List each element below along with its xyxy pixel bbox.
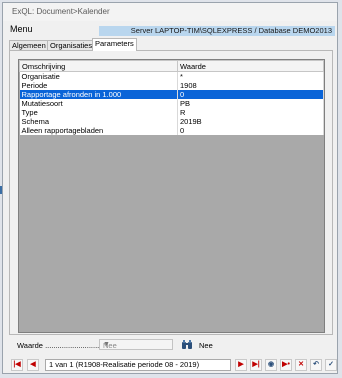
cell-waarde[interactable]: * — [177, 71, 324, 81]
tab-algemeen[interactable]: Algemeen — [9, 40, 49, 50]
tab-parameters[interactable]: Parameters — [92, 38, 137, 51]
undo-icon[interactable]: ↶ — [310, 359, 322, 371]
cell-waarde[interactable]: 0 — [177, 126, 324, 135]
table-row[interactable]: Alleen rapportagebladen 0 — [19, 126, 324, 135]
window-title: ExQL: Document>Kalender — [12, 7, 110, 16]
table-row[interactable]: Periode 1908 — [19, 81, 324, 90]
cell-waarde[interactable]: 2019B — [177, 117, 324, 126]
waarde-editor: Waarde .......................... Nee ▼ … — [17, 339, 337, 351]
tab-panel-parameters: Omschrijving Waarde Organisatie * Period… — [9, 50, 333, 335]
next-record-icon[interactable]: ▶ — [235, 359, 247, 371]
table-row[interactable]: Type R — [19, 108, 324, 117]
parameters-grid: Omschrijving Waarde Organisatie * Period… — [18, 59, 325, 333]
column-header-omschrijving[interactable]: Omschrijving — [19, 60, 178, 72]
waarde-display-text: Nee — [199, 341, 213, 350]
cell-waarde[interactable]: R — [177, 108, 324, 117]
table-row[interactable]: Mutatiesoort PB — [19, 99, 324, 108]
menu-item-menu[interactable]: Menu — [10, 24, 33, 34]
waarde-select[interactable]: Nee ▼ — [99, 339, 173, 350]
new-record-icon[interactable]: ▶• — [280, 359, 292, 371]
cell-waarde[interactable]: 1908 — [177, 81, 324, 90]
binoculars-icon[interactable] — [181, 339, 193, 350]
tab-organisaties[interactable]: Organisaties — [47, 40, 96, 50]
delete-record-icon[interactable]: ✕ — [295, 359, 307, 371]
cell-waarde[interactable]: 0 — [177, 90, 324, 99]
cell-omschrijving[interactable]: Schema — [19, 117, 178, 126]
cell-omschrijving[interactable]: Alleen rapportagebladen — [19, 126, 178, 135]
cell-omschrijving[interactable]: Organisatie — [19, 71, 178, 81]
chevron-down-icon[interactable]: ▼ — [103, 341, 169, 348]
app-window: ExQL: Document>Kalender Menu Server LAPT… — [2, 2, 338, 374]
cell-omschrijving[interactable]: Mutatiesoort — [19, 99, 178, 108]
cell-omschrijving[interactable]: Rapportage afronden in 1.000 — [19, 90, 178, 99]
title-bar: ExQL: Document>Kalender — [3, 3, 337, 21]
column-header-waarde[interactable]: Waarde — [177, 60, 324, 72]
table-row[interactable]: Schema 2019B — [19, 117, 324, 126]
last-record-icon[interactable]: ▶| — [250, 359, 262, 371]
table-row-selected[interactable]: Rapportage afronden in 1.000 0 — [19, 90, 324, 99]
cell-omschrijving[interactable]: Type — [19, 108, 178, 117]
parameters-table: Omschrijving Waarde Organisatie * Period… — [19, 60, 324, 135]
cell-omschrijving[interactable]: Periode — [19, 81, 178, 90]
save-record-icon[interactable]: ✓ — [325, 359, 337, 371]
cell-waarde[interactable]: PB — [177, 99, 324, 108]
record-indicator: 1 van 1 (R1908-Realisatie periode 08 - 2… — [45, 359, 231, 371]
waarde-label: Waarde .......................... — [17, 341, 100, 350]
first-record-icon[interactable]: |◀ — [11, 359, 23, 371]
table-row[interactable]: Organisatie * — [19, 71, 324, 81]
record-navigation-bar: |◀ ◀ 1 van 1 (R1908-Realisatie periode 0… — [11, 359, 337, 373]
search-record-icon[interactable]: ◉ — [265, 359, 277, 371]
server-info-bar: Server LAPTOP-TIM\SQLEXPRESS / Database … — [99, 26, 335, 36]
previous-record-icon[interactable]: ◀ — [27, 359, 39, 371]
table-header-row: Omschrijving Waarde — [19, 60, 324, 72]
